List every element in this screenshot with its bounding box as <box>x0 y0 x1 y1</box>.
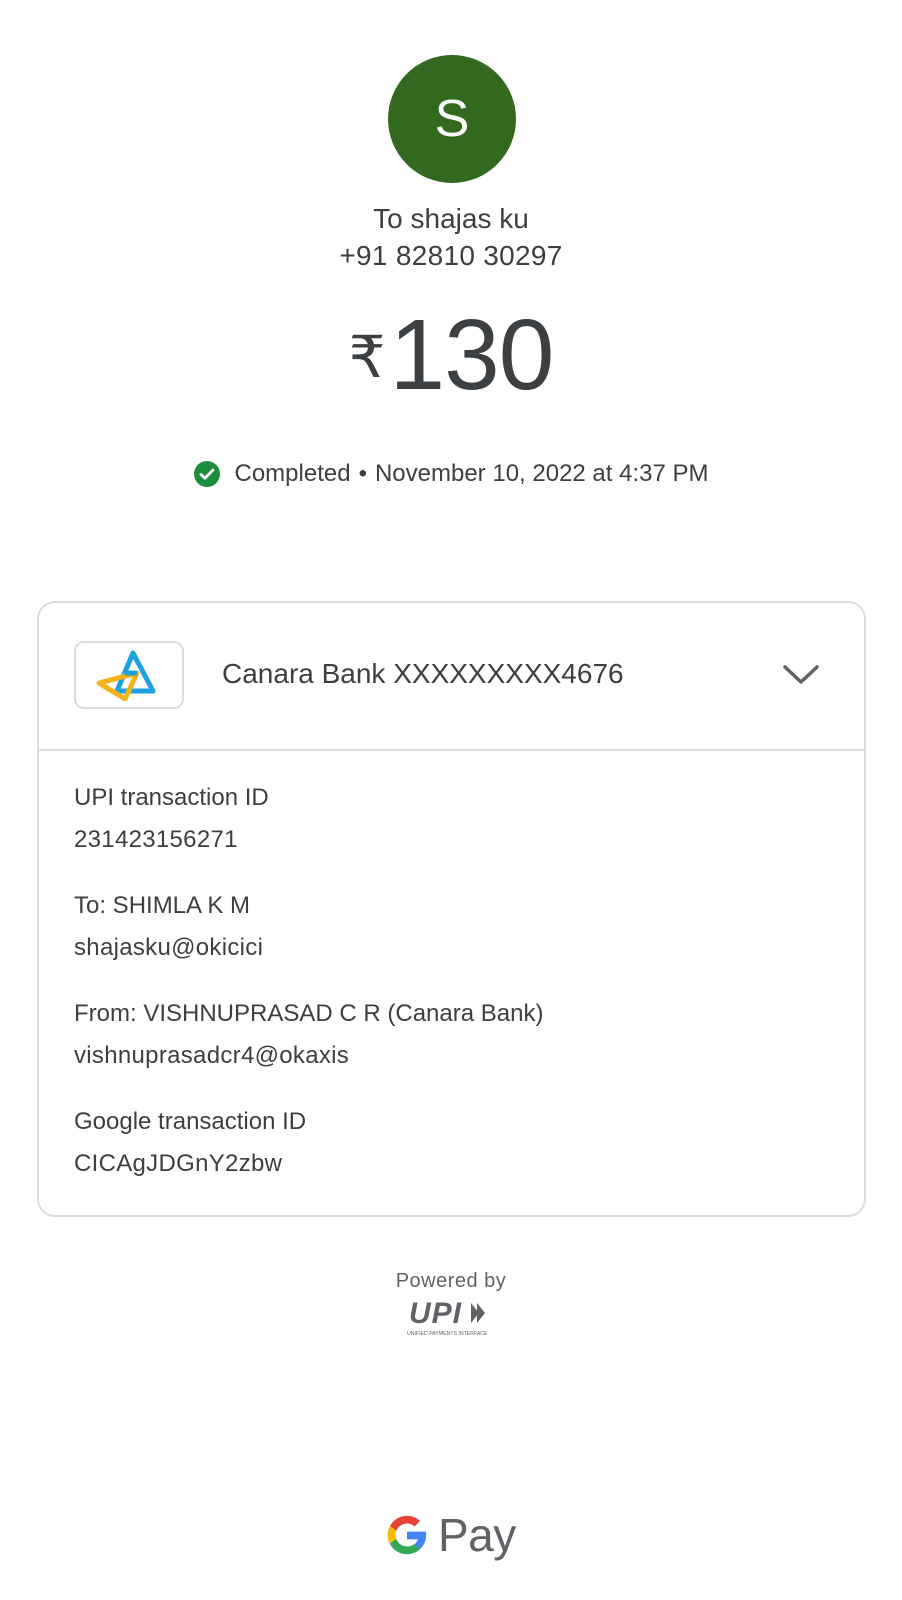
powered-by-text: Powered by <box>395 1270 507 1292</box>
transaction-timestamp: November 10, 2022 at 4:37 PM <box>374 460 709 487</box>
canara-bank-logo <box>74 641 184 709</box>
bank-account-label: Canara Bank XXXXXXXXX4676 <box>222 658 624 689</box>
upi-logo-text: UPI <box>409 1297 462 1330</box>
detail-value[interactable]: CICAgJDGnY2zbw <box>74 1139 834 1189</box>
payment-amount: ₹ 130 <box>0 305 902 405</box>
payment-receipt: S To shajas ku +91 82810 30297 ₹ 130 Com… <box>0 0 902 1600</box>
canara-bank-logo-icon <box>96 650 156 701</box>
transaction-details: UPI transaction ID 231423156271 To: SHIM… <box>74 781 834 1213</box>
google-pay-logo: Pay <box>384 1505 524 1565</box>
amount-value: 130 <box>389 299 555 411</box>
detail-value[interactable]: shajasku@okicici <box>74 923 834 973</box>
check-circle-icon <box>193 461 220 487</box>
detail-upi-transaction-id: UPI transaction ID 231423156271 <box>74 781 834 865</box>
bank-account-header[interactable]: Canara Bank XXXXXXXXX4676 <box>39 603 864 751</box>
google-pay-text: Pay <box>438 1509 516 1561</box>
detail-value[interactable]: vishnuprasadcr4@okaxis <box>74 1031 834 1081</box>
status-row: Completed • November 10, 2022 at 4:37 PM <box>0 460 902 488</box>
detail-label: Google transaction ID <box>74 1108 307 1135</box>
currency-symbol: ₹ <box>348 325 386 390</box>
detail-label: From: VISHNUPRASAD C R (Canara Bank) <box>74 1000 544 1027</box>
detail-label: To: SHIMLA K M <box>74 892 251 919</box>
transaction-details-card: Canara Bank XXXXXXXXX4676 UPI transactio… <box>37 601 866 1217</box>
detail-google-transaction-id: Google transaction ID CICAgJDGnY2zbw <box>74 1105 834 1189</box>
status-separator: • <box>358 460 367 487</box>
recipient-avatar: S <box>388 55 516 183</box>
detail-to: To: SHIMLA K M shajasku@okicici <box>74 889 834 973</box>
detail-value[interactable]: 231423156271 <box>74 815 834 865</box>
recipient-phone: +91 82810 30297 <box>339 240 563 271</box>
status-text: Completed <box>234 460 351 487</box>
detail-from: From: VISHNUPRASAD C R (Canara Bank) vis… <box>74 997 834 1081</box>
recipient-name: To shajas ku <box>373 203 529 234</box>
google-g-icon <box>387 1515 427 1555</box>
chevron-down-icon[interactable] <box>781 659 821 689</box>
upi-logo: UPI UNIFIED PAYMENTS INTERFACE <box>407 1297 488 1337</box>
avatar-letter: S <box>434 90 470 148</box>
upi-tagline: UNIFIED PAYMENTS INTERFACE <box>407 1331 488 1337</box>
detail-label: UPI transaction ID <box>74 784 269 811</box>
